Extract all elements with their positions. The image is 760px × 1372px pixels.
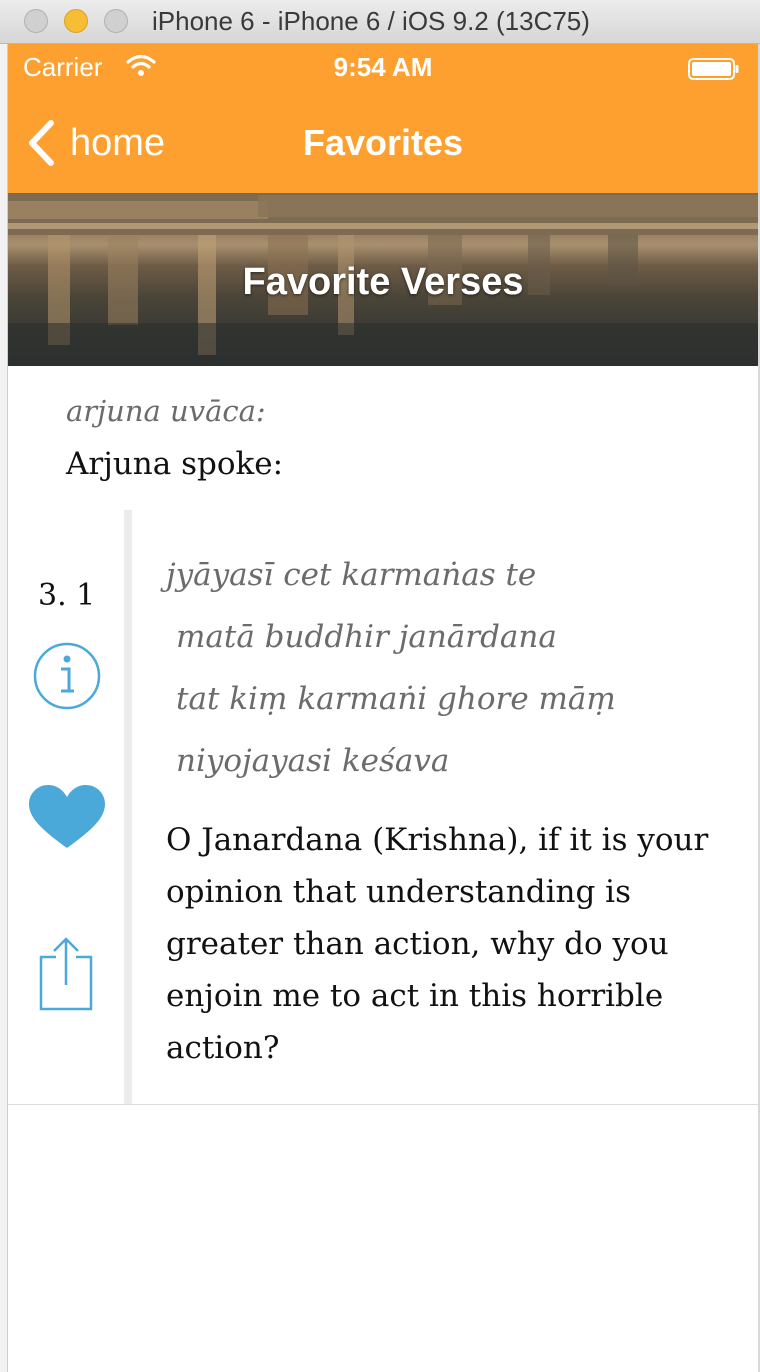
background-window-edge [0,44,8,1372]
status-time: 9:54 AM [333,52,433,82]
share-icon[interactable] [38,937,94,1011]
window-zoom-button[interactable] [104,9,128,33]
speaker-english: Arjuna spoke: [66,446,284,482]
window-title: iPhone 6 - iPhone 6 / iOS 9.2 (13C75) [152,6,590,36]
window-close-button[interactable] [24,9,48,33]
status-bar: Carrier 9:54 AM [8,44,758,92]
verse-divider [124,510,132,1104]
hero-banner: Favorite Verses [8,193,758,366]
sanskrit-line: tat kiṃ karmaṅi ghore māṃ [176,681,616,717]
simulator-title-bar: iPhone 6 - iPhone 6 / iOS 9.2 (13C75) [0,0,760,44]
sanskrit-line: niyojayasi keśava [176,743,450,779]
navigation-bar: Carrier 9:54 AM home Favorites [8,44,758,193]
battery-icon [688,58,739,80]
info-icon[interactable] [32,641,102,711]
sanskrit-line: matā buddhir janārdana [176,619,557,655]
speaker-sanskrit: arjuna uvāca: [66,394,266,428]
nav-title: Favorites [302,122,464,163]
sanskrit-verse: jyāyasī cet karmaṅas te matā buddhir jan… [166,544,616,792]
verse-translation: O Janardana (Krishna), if it is your opi… [166,822,709,1066]
phone-screen: Carrier 9:54 AM home Favorites Favorite … [8,44,758,1372]
row-separator [8,1104,758,1105]
window-minimize-button[interactable] [64,9,88,33]
verse-number: 3. 1 [38,578,96,613]
sanskrit-line: jyāyasī cet karmaṅas te [166,557,537,593]
hero-title: Favorite Verses [242,261,524,303]
heart-icon[interactable] [28,784,106,850]
